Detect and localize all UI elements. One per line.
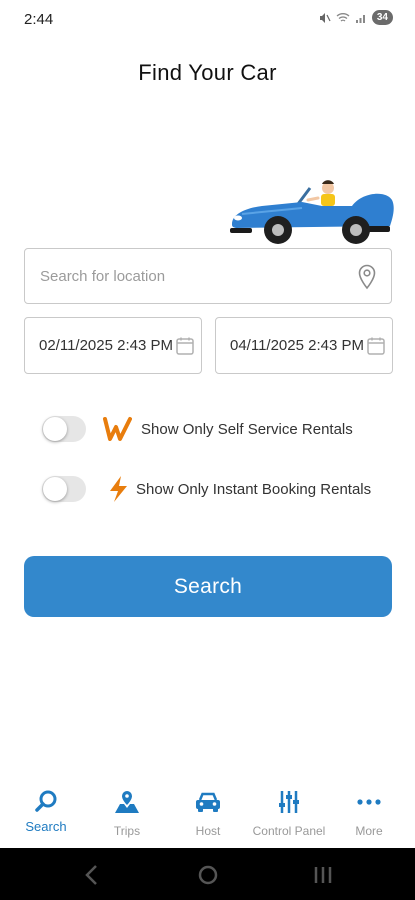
- nav-search[interactable]: Search: [6, 786, 86, 844]
- nav-more[interactable]: More: [329, 786, 409, 844]
- nav-label: Trips: [113, 824, 141, 838]
- location-search-field[interactable]: Search for location: [24, 248, 392, 304]
- status-icons: 34: [319, 10, 393, 25]
- map-icon: [115, 791, 139, 813]
- toggle-knob: [43, 477, 67, 501]
- nav-label: More: [355, 824, 383, 838]
- nav-trips[interactable]: Trips: [87, 786, 167, 844]
- nav-label: Search: [25, 819, 67, 834]
- end-date-value: 04/11/2025 2:43 PM: [230, 337, 364, 354]
- wifi-icon: [336, 12, 350, 22]
- self-service-w-icon: [103, 417, 132, 441]
- search-icon: [35, 790, 57, 812]
- location-placeholder: Search for location: [40, 268, 166, 285]
- self-service-toggle[interactable]: [42, 416, 86, 442]
- home-icon[interactable]: [196, 864, 220, 886]
- signal-icon: [355, 14, 365, 23]
- start-date-value: 02/11/2025 2:43 PM: [39, 337, 173, 354]
- lightning-icon: [110, 476, 127, 502]
- instant-booking-label: Show Only Instant Booking Rentals: [136, 481, 372, 498]
- car-illustration: [230, 180, 394, 244]
- self-service-label: Show Only Self Service Rentals: [141, 421, 353, 438]
- back-icon[interactable]: [80, 864, 104, 886]
- nav-host[interactable]: Host: [168, 786, 248, 844]
- calendar-icon[interactable]: [366, 336, 386, 356]
- page-title: Find Your Car: [138, 60, 277, 85]
- recents-icon[interactable]: [311, 864, 335, 886]
- start-date-field[interactable]: 02/11/2025 2:43 PM: [24, 317, 202, 374]
- end-date-field[interactable]: 04/11/2025 2:43 PM: [215, 317, 393, 374]
- status-bar: 2:44 34: [0, 0, 415, 38]
- self-service-row: Show Only Self Service Rentals: [42, 414, 402, 444]
- car-icon: [196, 792, 220, 812]
- search-button[interactable]: Search: [24, 556, 392, 617]
- nav-control-panel[interactable]: Control Panel: [249, 786, 329, 844]
- instant-booking-toggle[interactable]: [42, 476, 86, 502]
- nav-label: Host: [195, 824, 221, 838]
- status-time: 2:44: [24, 11, 54, 28]
- bottom-nav: Search Trips Host Control Panel More: [0, 780, 415, 848]
- toggle-knob: [43, 417, 67, 441]
- nav-label: Control Panel: [252, 824, 326, 838]
- location-pin-icon[interactable]: [357, 264, 377, 290]
- calendar-icon[interactable]: [175, 336, 195, 356]
- mute-icon: [319, 12, 331, 23]
- more-dots-icon: [357, 799, 381, 805]
- sliders-icon: [279, 791, 299, 813]
- system-nav-bar: [0, 848, 415, 900]
- instant-booking-row: Show Only Instant Booking Rentals: [42, 474, 402, 504]
- battery-indicator: 34: [371, 10, 393, 25]
